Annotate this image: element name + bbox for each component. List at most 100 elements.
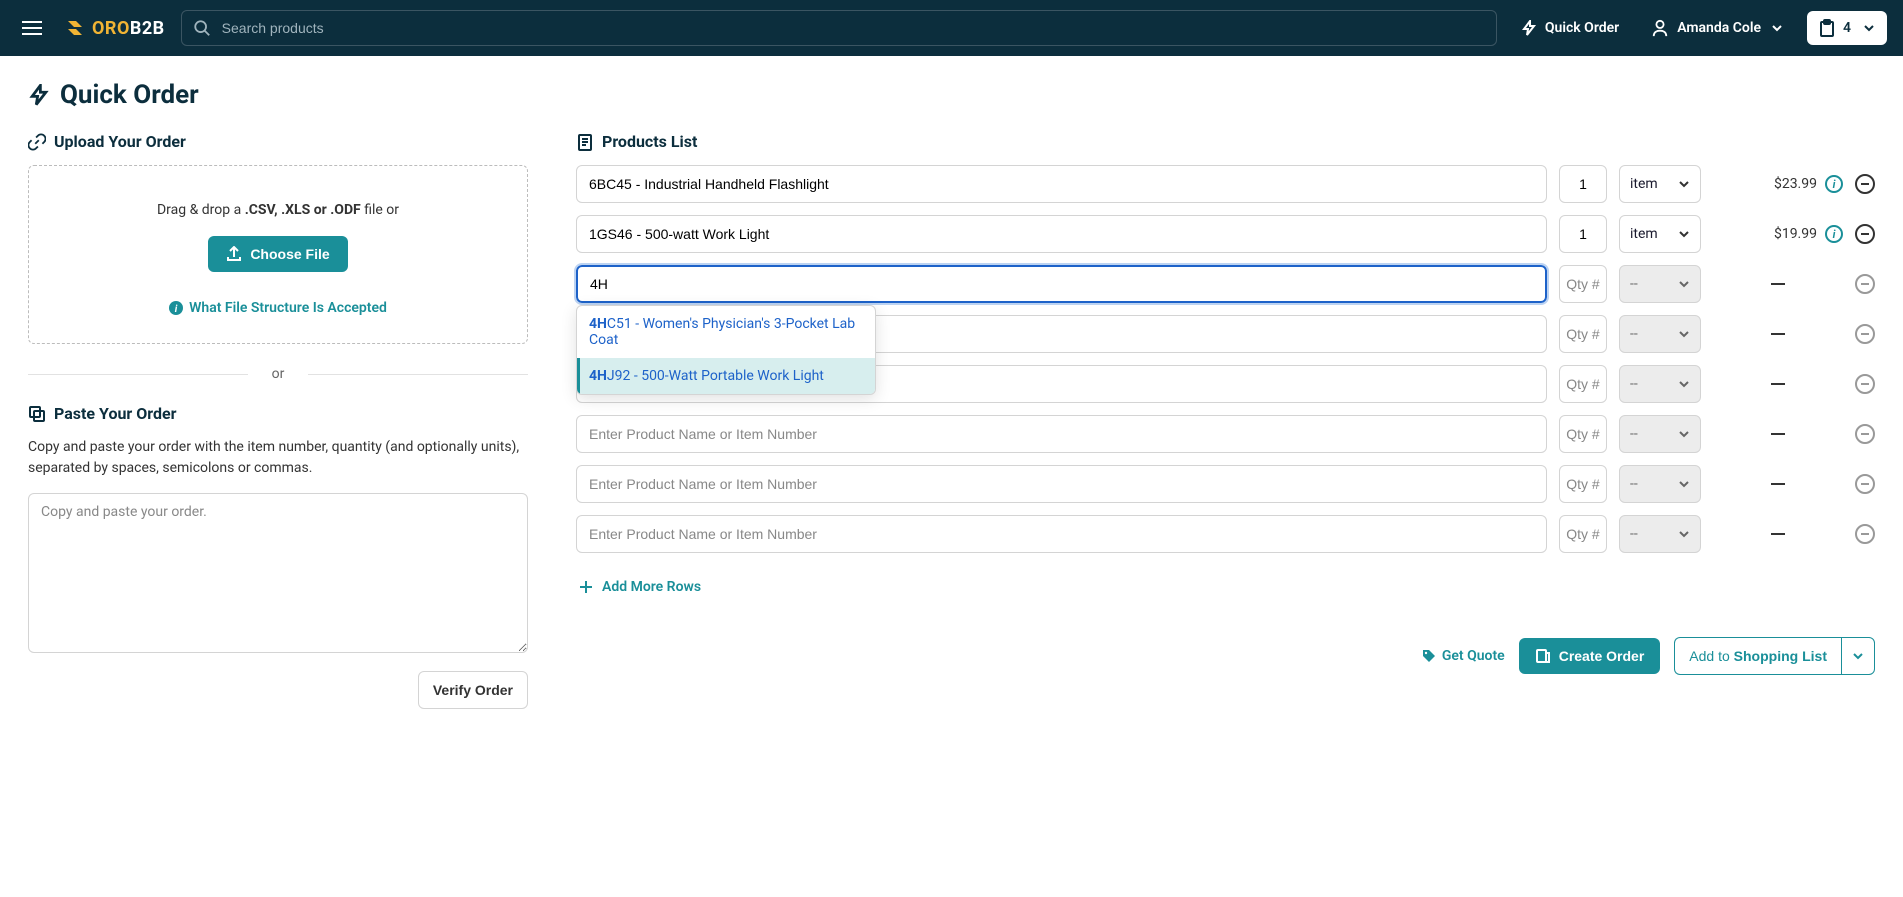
quick-order-nav[interactable]: Quick Order: [1513, 20, 1627, 36]
action-bar: Get Quote Create Order Add to Shopping L…: [576, 637, 1875, 675]
product-row: --: [576, 515, 1875, 553]
remove-row-button[interactable]: [1855, 374, 1875, 394]
product-input[interactable]: [576, 165, 1547, 203]
chevron-down-icon: [1678, 528, 1690, 540]
unit-select[interactable]: --: [1619, 265, 1701, 303]
chevron-down-icon: [1678, 328, 1690, 340]
get-quote-button[interactable]: Get Quote: [1422, 648, 1505, 664]
products-heading: Products List: [576, 132, 1875, 151]
price-display: $23.99i: [1713, 175, 1843, 193]
remove-row-button[interactable]: [1855, 324, 1875, 344]
qty-input[interactable]: [1559, 515, 1607, 553]
product-input[interactable]: [576, 215, 1547, 253]
product-input[interactable]: [576, 465, 1547, 503]
choose-file-button[interactable]: Choose File: [208, 236, 347, 272]
file-structure-help[interactable]: i What File Structure Is Accepted: [169, 300, 387, 316]
price-display: [1713, 283, 1843, 285]
user-name: Amanda Cole: [1677, 20, 1761, 36]
verify-order-button[interactable]: Verify Order: [418, 671, 528, 709]
upload-hint: Drag & drop a .CSV, .XLS or .ODF file or: [53, 202, 503, 218]
user-icon: [1651, 19, 1669, 37]
create-order-button[interactable]: Create Order: [1519, 638, 1661, 674]
product-input[interactable]: [576, 515, 1547, 553]
remove-row-button[interactable]: [1855, 424, 1875, 444]
unit-select[interactable]: --: [1619, 465, 1701, 503]
autocomplete-option[interactable]: 4HJ92 - 500-Watt Portable Work Light: [577, 358, 875, 394]
autocomplete-dropdown: 4HC51 - Women's Physician's 3-Pocket Lab…: [576, 305, 876, 395]
cart-button[interactable]: 4: [1807, 11, 1887, 45]
qty-input[interactable]: [1559, 165, 1607, 203]
remove-row-button[interactable]: [1855, 524, 1875, 544]
unit-select[interactable]: --: [1619, 515, 1701, 553]
add-more-rows[interactable]: Add More Rows: [576, 573, 703, 601]
price-display: $19.99i: [1713, 225, 1843, 243]
clipboard-icon: [1819, 19, 1835, 37]
qty-input[interactable]: [1559, 265, 1607, 303]
chevron-down-icon: [1678, 478, 1690, 490]
qty-input[interactable]: [1559, 315, 1607, 353]
qty-input[interactable]: [1559, 365, 1607, 403]
remove-row-button[interactable]: [1855, 274, 1875, 294]
unit-select[interactable]: item: [1619, 215, 1701, 253]
price-display: [1713, 533, 1843, 535]
plus-icon: [578, 579, 594, 595]
autocomplete-option[interactable]: 4HC51 - Women's Physician's 3-Pocket Lab…: [577, 306, 875, 358]
search-input[interactable]: [181, 10, 1497, 46]
link-icon: [28, 133, 46, 151]
qty-input[interactable]: [1559, 215, 1607, 253]
right-column: Products List item $23.99i item $19.99i 4HC5…: [576, 132, 1875, 675]
chevron-down-icon: [1678, 278, 1690, 290]
upload-heading: Upload Your Order: [28, 132, 528, 151]
chevron-down-icon: [1678, 428, 1690, 440]
unit-select[interactable]: --: [1619, 315, 1701, 353]
product-row: --: [576, 415, 1875, 453]
tag-icon: [1422, 649, 1436, 663]
paste-textarea[interactable]: [28, 493, 528, 653]
price-empty-dash: [1771, 433, 1785, 435]
price-empty-dash: [1771, 533, 1785, 535]
remove-row-button[interactable]: [1855, 474, 1875, 494]
upload-dropzone[interactable]: Drag & drop a .CSV, .XLS or .ODF file or…: [28, 165, 528, 344]
info-icon: i: [169, 301, 183, 315]
unit-select[interactable]: item: [1619, 165, 1701, 203]
unit-select[interactable]: --: [1619, 415, 1701, 453]
add-to-shopping-list-button[interactable]: Add to Shopping List: [1674, 637, 1841, 675]
price-empty-dash: [1771, 283, 1785, 285]
price-display: [1713, 483, 1843, 485]
chevron-down-icon: [1852, 650, 1864, 662]
paste-description: Copy and paste your order with the item …: [28, 437, 528, 479]
add-to-list-dropdown[interactable]: [1841, 637, 1875, 675]
product-row: item $19.99i: [576, 215, 1875, 253]
search-container: [181, 10, 1497, 46]
price-empty-dash: [1771, 333, 1785, 335]
product-input[interactable]: [576, 265, 1547, 303]
svg-text:i: i: [175, 304, 178, 315]
price-display: [1713, 333, 1843, 335]
price-display: [1713, 383, 1843, 385]
qty-input[interactable]: [1559, 415, 1607, 453]
cart-count: 4: [1843, 20, 1851, 36]
unit-select[interactable]: --: [1619, 365, 1701, 403]
qty-input[interactable]: [1559, 465, 1607, 503]
remove-row-button[interactable]: [1855, 224, 1875, 244]
price-display: [1713, 433, 1843, 435]
chevron-down-icon: [1678, 178, 1690, 190]
order-icon: [1535, 648, 1551, 664]
chevron-down-icon: [1863, 22, 1875, 34]
search-icon: [193, 19, 211, 37]
info-icon[interactable]: i: [1825, 225, 1843, 243]
logo-mark-icon: [64, 17, 86, 39]
product-row: 4HC51 - Women's Physician's 3-Pocket Lab…: [576, 265, 1875, 303]
menu-button[interactable]: [16, 12, 48, 44]
add-to-list-group: Add to Shopping List: [1674, 637, 1875, 675]
user-menu[interactable]: Amanda Cole: [1643, 19, 1791, 37]
upload-icon: [226, 246, 242, 262]
product-input[interactable]: [576, 415, 1547, 453]
remove-row-button[interactable]: [1855, 174, 1875, 194]
product-row: item $23.99i: [576, 165, 1875, 203]
list-icon: [576, 133, 594, 151]
logo[interactable]: OROB2B: [64, 17, 165, 39]
info-icon[interactable]: i: [1825, 175, 1843, 193]
paste-heading: Paste Your Order: [28, 404, 528, 423]
page-title: Quick Order: [28, 80, 1875, 110]
